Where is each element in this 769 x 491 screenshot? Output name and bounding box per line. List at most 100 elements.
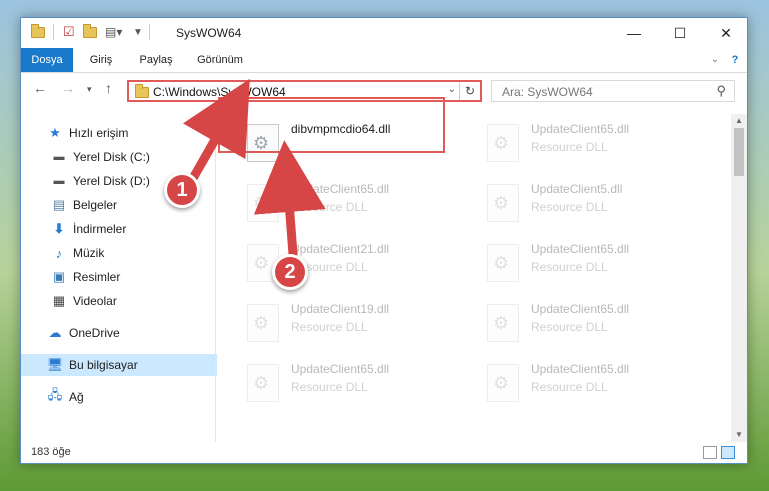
customize-icon[interactable]: ▤▾ xyxy=(105,24,122,40)
nav-item-label: Videolar xyxy=(73,294,117,308)
ribbon-tabs: Dosya Giriş Paylaş Görünüm ⌄ ? xyxy=(21,48,747,73)
file-name: UpdateClient5.dll xyxy=(531,182,623,196)
pictures-icon: ▣ xyxy=(52,269,66,284)
search-icon[interactable]: ⚲ xyxy=(716,83,726,99)
help-icon[interactable]: ? xyxy=(725,48,745,72)
file-item[interactable]: UpdateClient65.dll Resource DLL xyxy=(241,176,461,228)
ribbon-expand-icon[interactable]: ⌄ xyxy=(705,48,725,72)
scroll-up-icon[interactable]: ▲ xyxy=(731,114,747,128)
nav-item-videos[interactable]: ▦ Videolar 📌 xyxy=(21,290,245,312)
new-folder-icon[interactable] xyxy=(83,23,97,40)
file-item[interactable]: UpdateClient65.dll Resource DLL xyxy=(481,116,701,168)
nav-item-label: OneDrive xyxy=(69,326,120,340)
file-name: UpdateClient21.dll xyxy=(291,242,390,256)
file-item[interactable]: UpdateClient19.dll Resource DLL xyxy=(241,296,461,348)
network-icon: 🖧 xyxy=(47,387,63,402)
file-type: Resource DLL xyxy=(531,260,608,274)
tab-home[interactable]: Giriş xyxy=(79,48,123,72)
file-type: Resource DLL xyxy=(531,320,608,334)
callout-step-2: 2 xyxy=(272,254,308,290)
documents-icon: ▤ xyxy=(52,197,66,212)
file-name: UpdateClient65.dll xyxy=(531,362,630,376)
scroll-down-icon[interactable]: ▼ xyxy=(731,428,747,442)
file-type: Resource DLL xyxy=(291,320,368,334)
tab-view[interactable]: Görünüm xyxy=(189,48,251,72)
callout-step-1: 1 xyxy=(164,172,200,208)
file-name: UpdateClient65.dll xyxy=(291,182,390,196)
nav-item-downloads[interactable]: ⬇ İndirmeler 📌 xyxy=(21,218,245,240)
drive-icon: ▬ xyxy=(53,151,65,163)
dll-file-icon xyxy=(487,244,519,282)
nav-item-documents[interactable]: ▤ Belgeler 📌 xyxy=(21,194,245,216)
file-type: Resource DLL xyxy=(291,200,368,214)
details-view-icon[interactable] xyxy=(703,446,717,459)
videos-icon: ▦ xyxy=(52,293,66,308)
nav-item-local-disk-d[interactable]: ▬ Yerel Disk (D:) 📌 xyxy=(21,170,245,192)
file-name: UpdateClient65.dll xyxy=(531,302,630,316)
file-type: Resource DLL xyxy=(291,380,368,394)
file-item[interactable]: UpdateClient5.dll Resource DLL xyxy=(481,176,701,228)
file-name: UpdateClient19.dll xyxy=(291,302,390,316)
scrollbar-thumb[interactable] xyxy=(734,128,744,176)
nav-item-label: Bu bilgisayar xyxy=(69,358,138,372)
folder-icon xyxy=(31,23,45,40)
folder-icon xyxy=(135,84,149,98)
item-count: 183 öğe xyxy=(31,446,71,458)
minimize-button[interactable]: — xyxy=(611,18,657,48)
dll-file-icon xyxy=(487,184,519,222)
dll-file-icon xyxy=(487,304,519,342)
nav-item-this-pc[interactable]: 🖥 Bu bilgisayar xyxy=(21,354,241,376)
dll-file-icon xyxy=(247,364,279,402)
nav-item-label: Yerel Disk (C:) xyxy=(73,150,150,164)
close-button[interactable]: ✕ xyxy=(703,18,749,48)
properties-icon[interactable]: ☑ xyxy=(63,24,75,40)
file-name: UpdateClient65.dll xyxy=(531,122,630,136)
music-icon: ♪ xyxy=(55,245,63,261)
nav-item-label: Hızlı erişim xyxy=(69,126,129,140)
nav-item-local-disk-c[interactable]: ▬ Yerel Disk (C:) 📌 xyxy=(21,146,245,168)
vertical-scrollbar[interactable]: ▲ ▼ xyxy=(731,114,747,442)
nav-item-label: İndirmeler xyxy=(73,222,127,236)
recent-locations-icon[interactable]: ▾ xyxy=(87,84,92,95)
explorer-window: ☑ ▤▾ ▼ SysWOW64 — ☐ ✕ Dosya Giriş Paylaş… xyxy=(20,17,748,464)
dll-file-icon xyxy=(247,304,279,342)
nav-item-music[interactable]: ♪ Müzik 📌 xyxy=(21,242,245,264)
nav-item-label: Belgeler xyxy=(73,198,118,212)
dll-file-icon xyxy=(247,184,279,222)
chevron-down-icon[interactable]: ⌄ xyxy=(448,84,456,95)
forward-arrow-icon[interactable]: → xyxy=(61,80,75,96)
nav-item-quick-access[interactable]: ★ Hızlı erişim xyxy=(21,122,241,144)
large-icons-view-icon[interactable] xyxy=(721,446,735,459)
dll-file-icon xyxy=(487,124,519,162)
up-arrow-icon[interactable]: ↑ xyxy=(105,80,112,96)
file-item[interactable]: UpdateClient65.dll Resource DLL xyxy=(481,296,701,348)
file-type: Resource DLL xyxy=(531,380,608,394)
pane-splitter[interactable] xyxy=(215,114,216,442)
navigation-pane: ★ Hızlı erişim ▬ Yerel Disk (C:) 📌 ▬ Yer… xyxy=(21,114,241,442)
tab-file[interactable]: Dosya xyxy=(21,48,73,72)
file-item[interactable]: UpdateClient65.dll Resource DLL xyxy=(481,356,701,408)
download-icon: ⬇ xyxy=(53,221,65,236)
nav-item-label: Resimler xyxy=(73,270,121,284)
file-item[interactable]: UpdateClient65.dll Resource DLL xyxy=(241,356,461,408)
nav-item-pictures[interactable]: ▣ Resimler 📌 xyxy=(21,266,245,288)
file-item[interactable]: UpdateClient65.dll Resource DLL xyxy=(481,236,701,288)
search-input[interactable]: Ara: SysWOW64 ⚲ xyxy=(491,80,735,102)
star-icon: ★ xyxy=(49,125,61,140)
tab-share[interactable]: Paylaş xyxy=(131,48,181,72)
chevron-down-icon[interactable]: ▼ xyxy=(133,24,143,40)
back-arrow-icon[interactable]: ← xyxy=(33,80,47,96)
maximize-button[interactable]: ☐ xyxy=(657,18,703,48)
cloud-icon: ☁ xyxy=(48,325,62,340)
nav-item-network[interactable]: 🖧 Ağ xyxy=(21,386,241,408)
title-bar: ☑ ▤▾ ▼ SysWOW64 — ☐ ✕ xyxy=(21,18,747,48)
dll-file-icon xyxy=(487,364,519,402)
nav-item-label: Ağ xyxy=(69,390,84,404)
refresh-icon[interactable]: ↻ xyxy=(459,82,480,100)
file-type: Resource DLL xyxy=(531,200,608,214)
nav-item-onedrive[interactable]: ☁ OneDrive xyxy=(21,322,241,344)
file-type: Resource DLL xyxy=(531,140,608,154)
nav-item-label: Müzik xyxy=(73,246,105,260)
computer-icon: 🖥 xyxy=(46,357,64,372)
nav-item-label: Yerel Disk (D:) xyxy=(73,174,150,188)
